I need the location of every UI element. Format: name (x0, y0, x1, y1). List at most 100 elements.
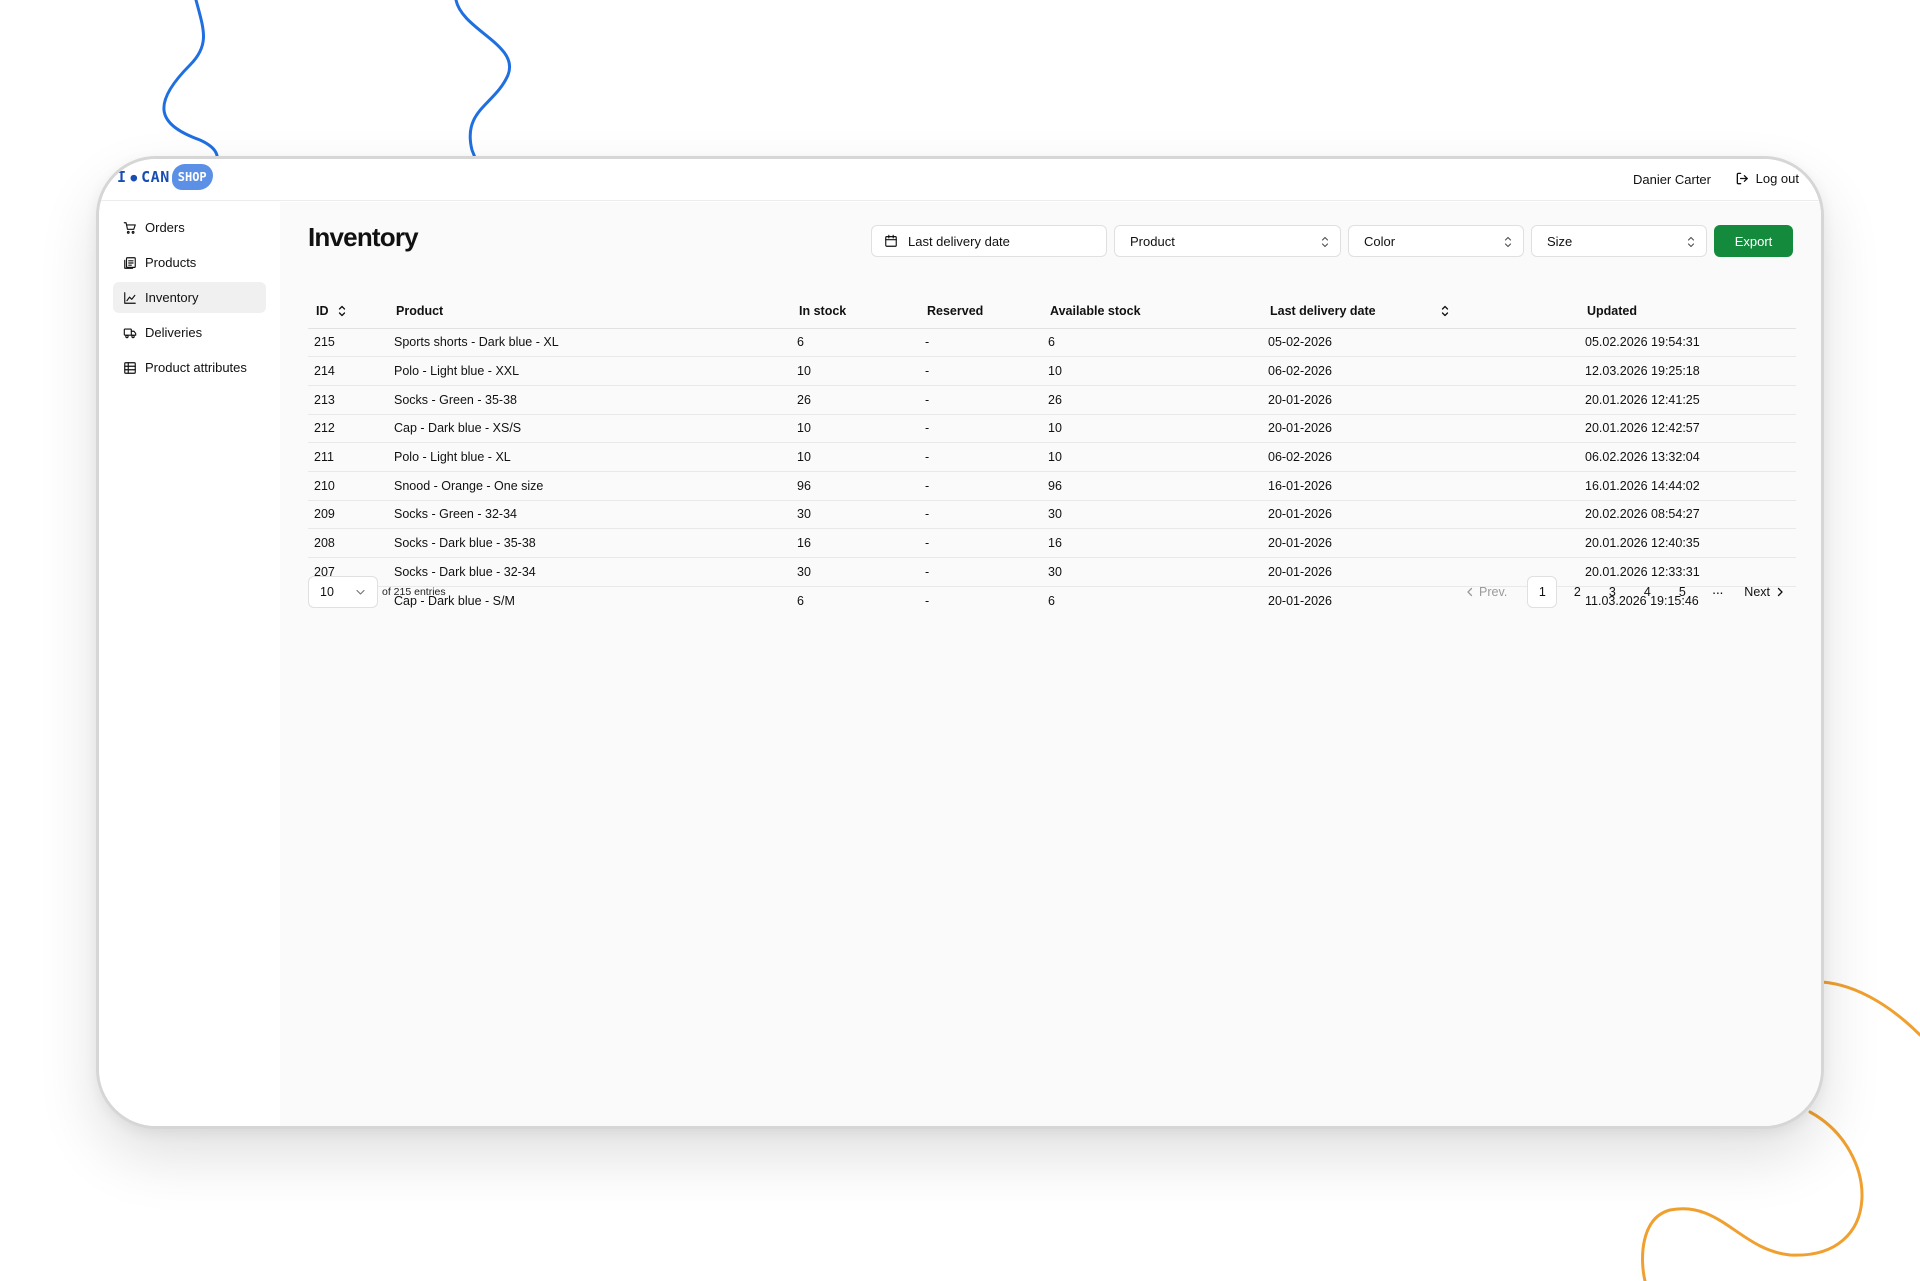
page-title: Inventory (308, 222, 419, 252)
sidebar-item-label: Product attributes (145, 360, 247, 375)
page-button-5[interactable]: 5 (1667, 576, 1697, 608)
cell-updated: 05.02.2026 19:54:31 (1579, 328, 1796, 358)
page-button-1[interactable]: 1 (1527, 576, 1558, 608)
table-row[interactable]: 213 Socks - Green - 35-38 26-26 20-01-2026 2… (308, 385, 1796, 415)
cell-product: Socks - Green - 35-38 (388, 385, 791, 415)
cell-product: Socks - Dark blue - 35-38 (388, 528, 791, 558)
logo-word: CAN (141, 168, 170, 186)
cell-updated: 16.01.2026 14:44:02 (1579, 471, 1796, 501)
cell-in-stock: 10 (791, 442, 919, 472)
column-header-available-stock: Available stock (1042, 294, 1262, 329)
color-select-label: Color (1364, 233, 1396, 249)
cell-in-stock: 26 (791, 385, 919, 415)
logo-badge: SHOP (171, 164, 213, 190)
cell-id: 214 (308, 356, 388, 386)
table-row[interactable]: 212 Cap - Dark blue - XS/S 10-10 20-01-2026… (308, 414, 1796, 444)
cell-reserved: - (919, 414, 1042, 444)
cell-last-delivery-date: 05-02-2026 (1262, 328, 1579, 358)
inventory-table: ID Product In stock Reserved Available s… (308, 294, 1796, 615)
cell-product: Sports shorts - Dark blue - XL (388, 328, 791, 358)
last-delivery-date-picker[interactable]: Last delivery date (871, 225, 1107, 257)
orange-squiggle-bottom (1641, 1110, 1864, 1281)
sidebar-item-label: Orders (145, 220, 185, 235)
cell-reserved: - (919, 442, 1042, 472)
column-header-last-delivery-date[interactable]: Last delivery date (1262, 294, 1579, 329)
chevron-left-icon (1467, 587, 1473, 597)
page-button-2[interactable]: 2 (1562, 576, 1592, 608)
next-label: Next (1744, 585, 1770, 599)
sidebar-item-label: Products (145, 255, 197, 270)
cell-updated: 20.02.2026 08:54:27 (1579, 500, 1796, 530)
cell-last-delivery-date: 06-02-2026 (1262, 442, 1579, 472)
export-button[interactable]: Export (1714, 225, 1793, 257)
brand-logo[interactable]: I ● CAN SHOP (117, 164, 213, 190)
sidebar-item-label: Deliveries (145, 325, 203, 340)
cell-reserved: - (919, 528, 1042, 558)
cell-updated: 20.01.2026 12:41:25 (1579, 385, 1796, 415)
column-header-in-stock: In stock (791, 294, 919, 329)
user-name: Danier Carter (1632, 172, 1711, 187)
next-page-button[interactable]: Next (1744, 585, 1784, 599)
size-select[interactable]: Size (1531, 225, 1707, 257)
table-row[interactable]: 215 Sports shorts - Dark blue - XL 6-6 05-0… (308, 328, 1796, 358)
table-row[interactable]: 211 Polo - Light blue - XL 10-10 06-02-2026… (308, 442, 1796, 472)
cell-in-stock: 96 (791, 471, 919, 501)
cell-product: Snood - Orange - One size (388, 471, 791, 501)
page-button-4[interactable]: 4 (1632, 576, 1662, 608)
cell-available-stock: 96 (1042, 471, 1262, 501)
logout-label: Log out (1755, 171, 1799, 186)
cell-id: 208 (308, 528, 388, 558)
sidebar-item-deliveries[interactable]: Deliveries (113, 317, 266, 348)
table-row[interactable]: 210 Snood - Orange - One size 96-96 16-01-2… (308, 471, 1796, 501)
logo-dot-icon: ● (130, 170, 138, 184)
sidebar-item-inventory[interactable]: Inventory (113, 282, 266, 313)
calendar-icon (885, 234, 897, 247)
product-select-label: Product (1130, 233, 1175, 249)
product-select[interactable]: Product (1114, 225, 1341, 257)
color-select[interactable]: Color (1348, 225, 1524, 257)
column-header-reserved: Reserved (919, 294, 1042, 329)
column-header-updated: Updated (1579, 294, 1796, 329)
sidebar-item-orders[interactable]: Orders (113, 212, 266, 243)
sidebar-item-product-attributes[interactable]: Product attributes (113, 352, 266, 383)
table-icon (124, 361, 136, 374)
page-size-select[interactable]: 10 (308, 576, 378, 608)
chart-icon (124, 291, 136, 304)
orange-squiggle-top (1820, 980, 1920, 1037)
blue-squiggle-right (454, 0, 512, 172)
cell-reserved: - (919, 328, 1042, 358)
table-row[interactable]: 208 Socks - Dark blue - 35-38 16-16 20-01-2… (308, 528, 1796, 558)
pagination-bar: 10 of 215 entries Prev. 1 2 3 4 5 ··· Ne… (308, 575, 1796, 608)
filter-bar: Last delivery date Product Color Size Ex… (871, 225, 1793, 257)
prev-page-button[interactable]: Prev. (1466, 585, 1507, 599)
cell-reserved: - (919, 471, 1042, 501)
cell-updated: 20.01.2026 12:42:57 (1579, 414, 1796, 444)
table-header-row: ID Product In stock Reserved Available s… (308, 294, 1796, 329)
sidebar-item-products[interactable]: Products (113, 247, 266, 278)
chevron-up-down-icon (1504, 236, 1512, 248)
cell-updated: 12.03.2026 19:25:18 (1579, 356, 1796, 386)
cell-in-stock: 10 (791, 356, 919, 386)
cell-last-delivery-date: 20-01-2026 (1262, 385, 1579, 415)
cell-last-delivery-date: 20-01-2026 (1262, 500, 1579, 530)
table-row[interactable]: 214 Polo - Light blue - XXL 10-10 06-02-202… (308, 356, 1796, 386)
sidebar: Orders Products Inventory Deliveries Pro… (99, 202, 280, 1126)
cell-available-stock: 6 (1042, 328, 1262, 358)
logout-button[interactable]: Log out (1735, 171, 1799, 186)
column-header-label: Last delivery date (1270, 303, 1376, 318)
logo-letter: I (117, 168, 127, 186)
cell-updated: 06.02.2026 13:32:04 (1579, 442, 1796, 472)
top-bar: I ● CAN SHOP Danier Carter Log out (99, 159, 1821, 201)
column-header-id[interactable]: ID (308, 294, 388, 329)
cell-available-stock: 10 (1042, 442, 1262, 472)
page-button-3[interactable]: 3 (1597, 576, 1627, 608)
table-row[interactable]: 209 Socks - Green - 32-34 30-30 20-01-2026 2… (308, 500, 1796, 530)
main-content: Inventory Last delivery date Product Col… (280, 202, 1821, 1126)
truck-icon (123, 327, 137, 338)
date-filter-label: Last delivery date (908, 233, 1010, 249)
cell-reserved: - (919, 385, 1042, 415)
cell-id: 209 (308, 500, 388, 530)
cell-last-delivery-date: 16-01-2026 (1262, 471, 1579, 501)
sort-icon (338, 305, 345, 316)
cell-id: 210 (308, 471, 388, 501)
